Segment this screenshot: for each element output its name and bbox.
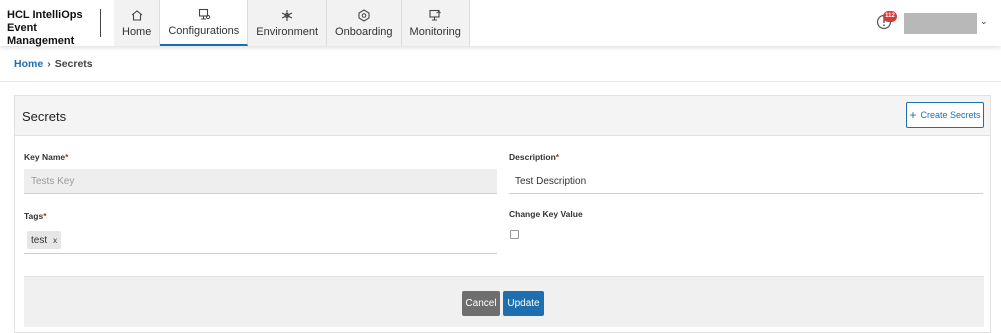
environment-icon	[280, 9, 294, 22]
onboarding-icon	[357, 8, 371, 22]
cancel-button[interactable]: Cancel	[462, 291, 500, 316]
change-key-value-checkbox[interactable]	[510, 230, 519, 239]
breadcrumb-separator: ›	[47, 58, 51, 70]
key-name-field[interactable]: Tests Key	[24, 169, 497, 194]
tags-input[interactable]: test x	[24, 227, 497, 254]
description-label: Description*	[509, 152, 560, 162]
nav-item-environment[interactable]: Environment	[248, 0, 328, 46]
top-navbar: HCL IntelliOps Event Management Home Con…	[0, 0, 1001, 48]
create-secrets-label: Create Secrets	[920, 110, 981, 120]
nav-item-configurations[interactable]: Configurations	[160, 0, 249, 46]
nav-item-onboarding[interactable]: Onboarding	[327, 0, 402, 46]
nav-label-configurations: Configurations	[168, 24, 240, 37]
monitoring-icon	[428, 9, 442, 22]
nav-label-onboarding: Onboarding	[335, 25, 393, 38]
plus-icon: +	[909, 108, 917, 122]
brand-divider	[100, 9, 101, 37]
nav-item-monitoring[interactable]: Monitoring	[401, 0, 470, 46]
configurations-icon	[197, 8, 211, 21]
secrets-card: Secrets + Create Secrets Key Name* Tests…	[14, 95, 991, 333]
close-icon[interactable]: x	[53, 236, 57, 245]
description-field[interactable]: Test Description	[509, 169, 983, 194]
brand-line-1: HCL IntelliOps	[7, 9, 83, 21]
nav-item-home[interactable]: Home	[114, 0, 161, 46]
breadcrumb-home[interactable]: Home	[14, 58, 43, 70]
tag-chip-label: test	[31, 234, 48, 246]
nav-label-environment: Environment	[256, 25, 319, 38]
change-key-value-label: Change Key Value	[509, 209, 583, 219]
user-menu[interactable]	[904, 13, 977, 34]
chevron-down-icon[interactable]: ⌄	[980, 16, 988, 27]
brand-logo[interactable]: HCL IntelliOps Event Management	[7, 9, 99, 48]
card-footer: Cancel Update	[24, 276, 984, 327]
main-nav: Home Configurations Environment Onboardi…	[114, 0, 470, 46]
breadcrumb-current: Secrets	[54, 58, 93, 70]
nav-label-home: Home	[122, 25, 152, 38]
tags-label: Tags*	[24, 211, 47, 221]
brand-line-2: Event Management	[7, 22, 75, 47]
card-header: Secrets + Create Secrets	[15, 96, 990, 136]
alert-count-badge: 112	[883, 11, 897, 22]
breadcrumb-divider	[0, 81, 1001, 82]
update-button[interactable]: Update	[503, 291, 544, 316]
tag-chip: test x	[27, 231, 62, 249]
required-marker: *	[65, 152, 69, 162]
required-marker: *	[555, 152, 560, 162]
create-secrets-button[interactable]: + Create Secrets	[906, 102, 984, 128]
required-marker: *	[43, 211, 47, 221]
nav-label-monitoring: Monitoring	[409, 25, 461, 38]
page-title: Secrets	[22, 109, 67, 124]
home-icon	[130, 9, 144, 22]
breadcrumb: Home › Secrets	[14, 58, 93, 70]
key-name-label: Key Name*	[24, 152, 69, 162]
